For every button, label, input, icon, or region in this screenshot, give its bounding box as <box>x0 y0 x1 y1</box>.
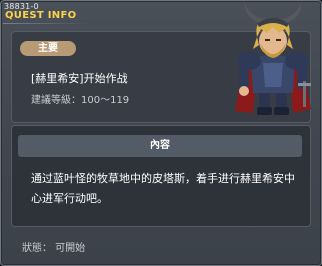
recommended-level: 建議等級：100～119 <box>31 95 130 106</box>
quest-name: [赫里希安]开始作战 <box>31 72 128 85</box>
window-title: QUEST INFO <box>5 10 77 21</box>
title-divider <box>3 23 89 24</box>
quest-info-window: 38831-0 QUEST INFO 主要 [赫里希安]开始作战 建議等級：10… <box>0 0 322 266</box>
quest-status: 狀態： 可開始 <box>22 243 86 254</box>
content-section-header: 內容 <box>18 135 302 157</box>
npc-avatar-icon <box>235 3 311 115</box>
quest-description: 通过蓝叶怪的牧草地中的皮塔斯，着手进行赫里希安中心进军行动吧。 <box>31 172 295 205</box>
quest-type-badge: 主要 <box>20 41 76 56</box>
